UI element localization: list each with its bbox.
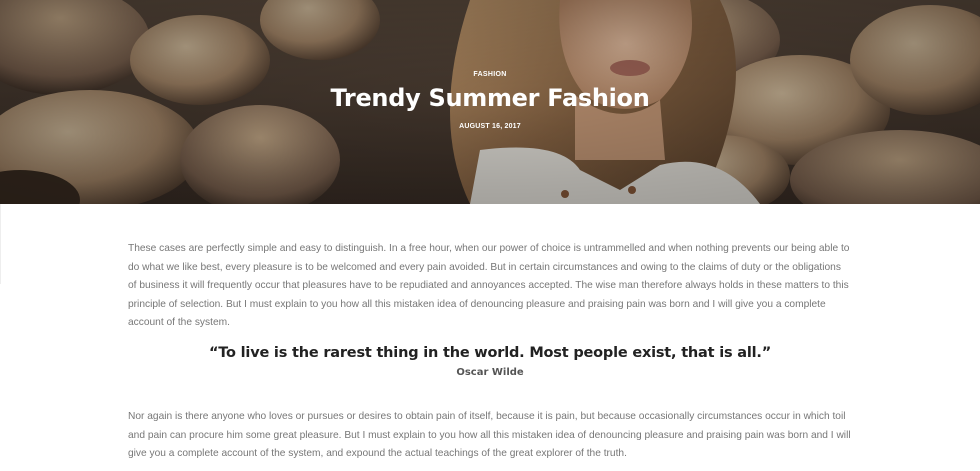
blockquote: “To live is the rarest thing in the worl… xyxy=(0,345,980,378)
article-paragraph-2: Nor again is there anyone who loves or p… xyxy=(128,411,851,460)
hero-banner: FASHION Trendy Summer Fashion AUGUST 16,… xyxy=(0,0,980,204)
quote-author: Oscar Wilde xyxy=(456,367,524,378)
post-date: AUGUST 16, 2017 xyxy=(459,123,521,130)
quote-text: “To live is the rarest thing in the worl… xyxy=(208,345,772,361)
post-category[interactable]: FASHION xyxy=(0,71,980,78)
post-title: Trendy Summer Fashion xyxy=(330,84,650,112)
divider xyxy=(0,204,1,284)
article-paragraph-1: These cases are perfectly simple and eas… xyxy=(128,243,850,329)
